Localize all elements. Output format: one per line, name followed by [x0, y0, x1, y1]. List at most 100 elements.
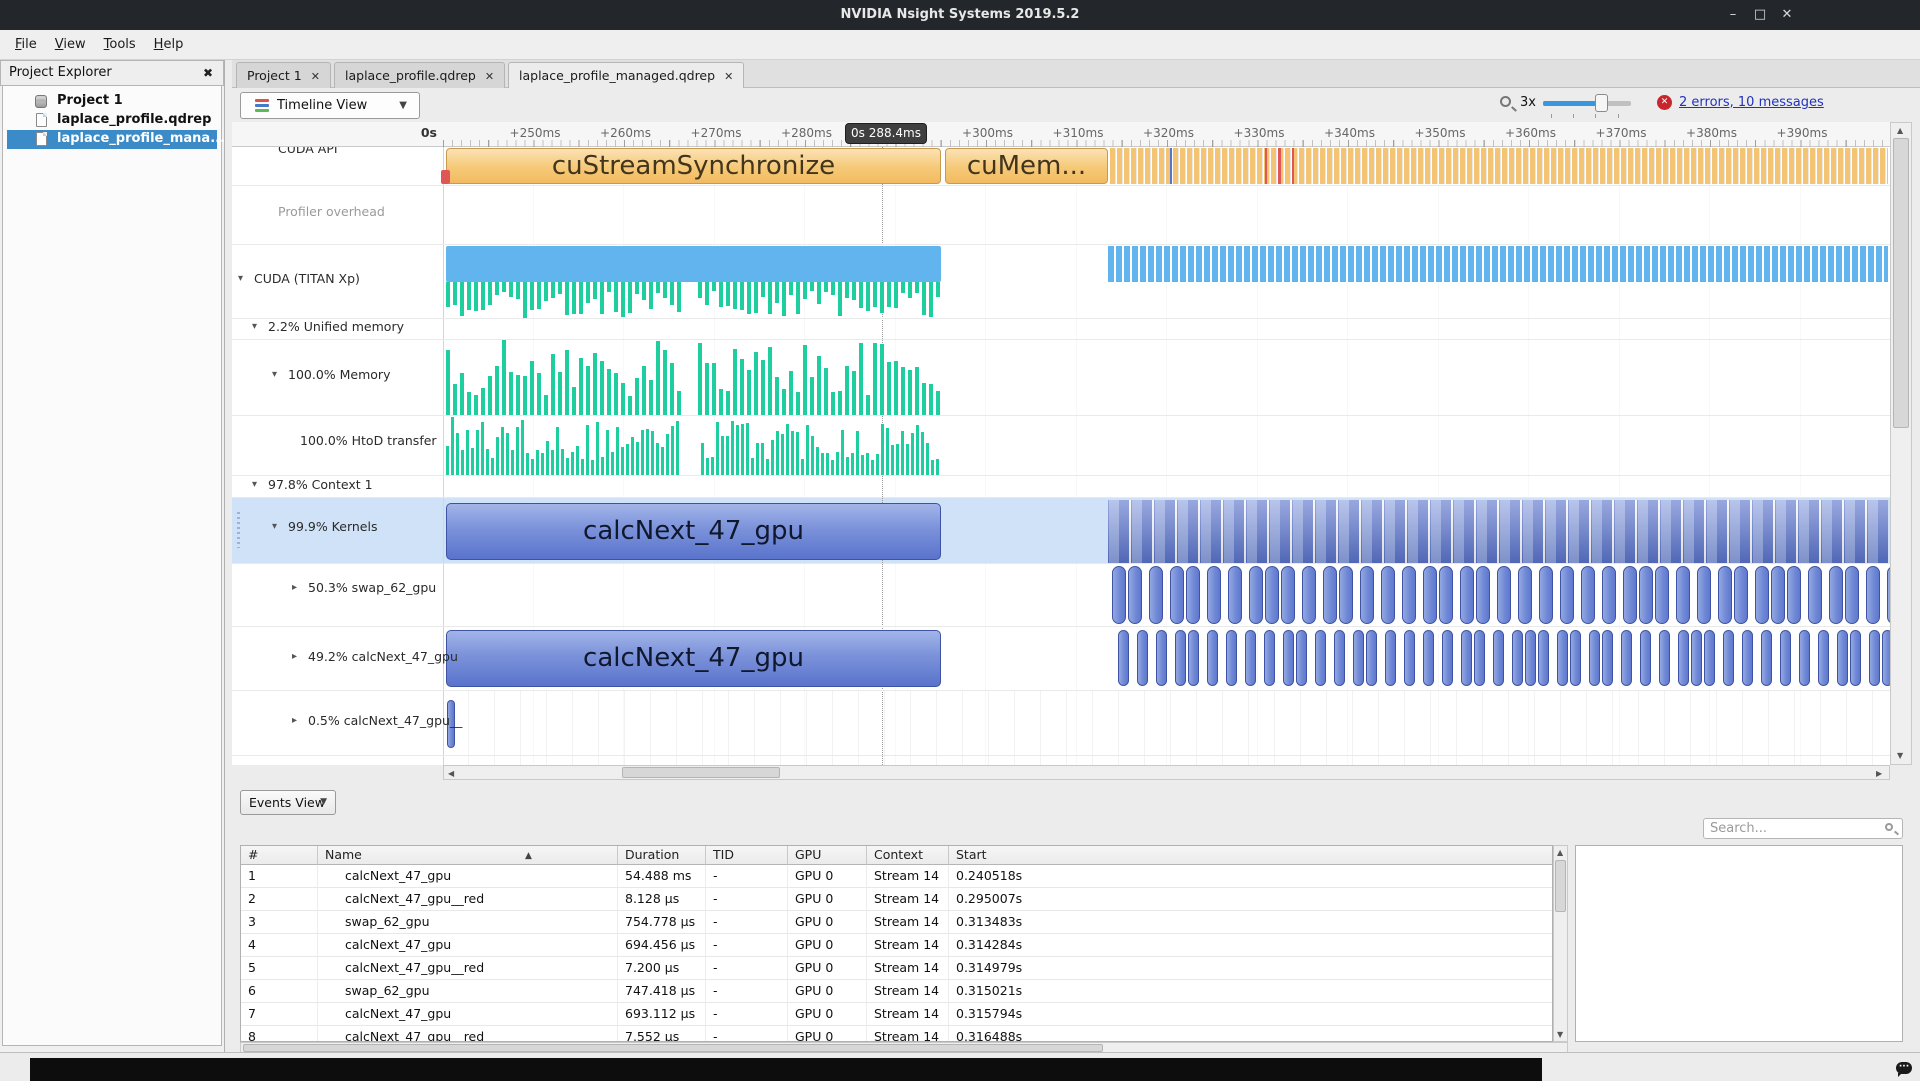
column-header-start[interactable]: Start: [949, 846, 1553, 865]
kernel-pill[interactable]: [1118, 630, 1129, 686]
table-cell[interactable]: Stream 14: [867, 1003, 949, 1026]
kernel-pill[interactable]: [1639, 566, 1653, 624]
table-cell[interactable]: calcNext_47_gpu: [318, 865, 618, 888]
table-cell[interactable]: -: [706, 934, 788, 957]
table-cell[interactable]: Stream 14: [867, 934, 949, 957]
table-cell[interactable]: 54.488 ms: [618, 865, 706, 888]
column-header-context[interactable]: Context: [867, 846, 949, 865]
kernel-pill[interactable]: [1538, 630, 1549, 686]
kernel-pill[interactable]: [1829, 566, 1843, 624]
kernel-pill[interactable]: [1156, 630, 1167, 686]
table-cell[interactable]: 0.295007s: [949, 888, 1553, 911]
kernel-pill[interactable]: [1602, 566, 1616, 624]
table-cell[interactable]: 693.112 µs: [618, 1003, 706, 1026]
kernel-pill[interactable]: [1476, 566, 1490, 624]
table-cell[interactable]: 747.418 µs: [618, 980, 706, 1003]
cuda-api-activity-stripes[interactable]: [1110, 148, 1888, 184]
kernel-pill[interactable]: [1281, 566, 1295, 624]
kernel-pill[interactable]: [1474, 630, 1485, 686]
column-header-tid[interactable]: TID: [706, 846, 788, 865]
table-cell[interactable]: calcNext_47_gpu__red: [318, 1026, 618, 1042]
table-cell[interactable]: 7.200 µs: [618, 957, 706, 980]
table-cell[interactable]: calcNext_47_gpu: [318, 934, 618, 957]
kernel-pill[interactable]: [1723, 630, 1734, 686]
kernel-pill[interactable]: [1771, 566, 1785, 624]
minimize-button[interactable]: –: [1719, 0, 1747, 30]
kernel-pill[interactable]: [1188, 630, 1199, 686]
table-cell[interactable]: 754.778 µs: [618, 911, 706, 934]
table-cell[interactable]: GPU 0: [788, 934, 867, 957]
gpu-overview-kernel-stripes[interactable]: [1108, 246, 1888, 282]
table-cell[interactable]: 0.240518s: [949, 865, 1553, 888]
expand-arrow-icon[interactable]: ▸: [292, 651, 297, 662]
column-header-gpu[interactable]: GPU: [788, 846, 867, 865]
kernel-pill[interactable]: [1866, 566, 1880, 624]
table-cell[interactable]: GPU 0: [788, 1003, 867, 1026]
chat-bubble-icon[interactable]: ···: [1896, 1062, 1912, 1074]
kernel-pill[interactable]: [1334, 630, 1345, 686]
kernel-pill[interactable]: [1228, 566, 1242, 624]
kernel-pill[interactable]: [1381, 566, 1395, 624]
column-header-num[interactable]: #: [241, 846, 318, 865]
table-cell[interactable]: Stream 14: [867, 957, 949, 980]
kernel-pill[interactable]: [1283, 630, 1294, 686]
kernel-pill[interactable]: [1845, 566, 1859, 624]
timeline-vertical-scrollbar[interactable]: ▲ ▼: [1890, 122, 1912, 765]
events-table[interactable]: #NameDurationTIDGPUContextStart▲1calcNex…: [240, 845, 1553, 1042]
kernel-pill[interactable]: [1780, 630, 1791, 686]
timeline-row-label-1[interactable]: Profiler overhead: [232, 204, 443, 222]
timeline-row-label-3[interactable]: ▾2.2% Unified memory: [232, 319, 443, 337]
timeline-row-label-9[interactable]: ▸49.2% calcNext_47_gpu: [232, 649, 443, 667]
tree-item-1[interactable]: laplace_profile.qdrep: [7, 111, 217, 130]
kernel-pill[interactable]: [1249, 566, 1263, 624]
gpu-overview-kernel-band[interactable]: [446, 246, 941, 282]
menu-help[interactable]: Help: [145, 30, 193, 59]
table-cell[interactable]: -: [706, 1026, 788, 1042]
panel-close-icon[interactable]: ✖: [203, 61, 213, 85]
kernel-pill[interactable]: [1207, 630, 1218, 686]
table-cell[interactable]: Stream 14: [867, 888, 949, 911]
kernel-pill[interactable]: [1460, 566, 1474, 624]
kernel-pill[interactable]: [1869, 630, 1880, 686]
table-cell[interactable]: 8: [241, 1026, 318, 1042]
timeline-row-label-5[interactable]: 100.0% HtoD transfer: [232, 433, 443, 451]
cuda-api-bar-custreamsynchronize[interactable]: cuStreamSynchronize: [446, 148, 941, 184]
table-cell[interactable]: Stream 14: [867, 1026, 949, 1042]
kernel-pill[interactable]: [1186, 566, 1200, 624]
kernel-pill[interactable]: [1882, 630, 1890, 686]
table-cell[interactable]: GPU 0: [788, 911, 867, 934]
table-cell[interactable]: -: [706, 865, 788, 888]
kernel-pill[interactable]: [1296, 630, 1307, 686]
tab-close-icon[interactable]: ✕: [311, 70, 320, 83]
timeline-row-label-4[interactable]: ▾100.0% Memory: [232, 367, 443, 385]
kernel-pill[interactable]: [1385, 630, 1396, 686]
kernel-bar-calcnext-2[interactable]: calcNext_47_gpu: [446, 630, 941, 687]
table-cell[interactable]: swap_62_gpu: [318, 980, 618, 1003]
kernel-pill[interactable]: [1402, 566, 1416, 624]
timeline-row-label-10[interactable]: ▸0.5% calcNext_47_gpu__: [232, 713, 443, 731]
menu-file[interactable]: File: [6, 30, 46, 59]
table-cell[interactable]: -: [706, 957, 788, 980]
kernel-pill[interactable]: [1461, 630, 1472, 686]
cuda-api-bar-cumem[interactable]: cuMem...: [945, 148, 1108, 184]
table-cell[interactable]: 0.316488s: [949, 1026, 1553, 1042]
kernel-pill[interactable]: [1742, 630, 1753, 686]
kernel-pill[interactable]: [1655, 566, 1669, 624]
table-cell[interactable]: 8.128 µs: [618, 888, 706, 911]
timeline-axis[interactable]: 0s +250ms+260ms+270ms+280ms+290ms+300ms+…: [232, 122, 1890, 147]
kernel-pill[interactable]: [1493, 630, 1504, 686]
kernel-pill[interactable]: [1149, 566, 1163, 624]
table-cell[interactable]: 7.552 µs: [618, 1026, 706, 1042]
kernel-pill[interactable]: [1623, 566, 1637, 624]
kernel-pill[interactable]: [1640, 630, 1651, 686]
column-header-name[interactable]: Name: [318, 846, 618, 865]
tab-0[interactable]: Project 1✕: [236, 62, 331, 88]
table-cell[interactable]: calcNext_47_gpu__red: [318, 957, 618, 980]
timeline-body[interactable]: cuStreamSynchronize cuMem... calcNext_47…: [232, 147, 1890, 765]
tab-1[interactable]: laplace_profile.qdrep✕: [334, 62, 505, 88]
search-field[interactable]: [1703, 818, 1903, 839]
table-cell[interactable]: 0.315021s: [949, 980, 1553, 1003]
timeline-row-label-6[interactable]: ▾97.8% Context 1: [232, 477, 443, 495]
table-cell[interactable]: 6: [241, 980, 318, 1003]
kernel-pill[interactable]: [1518, 566, 1532, 624]
